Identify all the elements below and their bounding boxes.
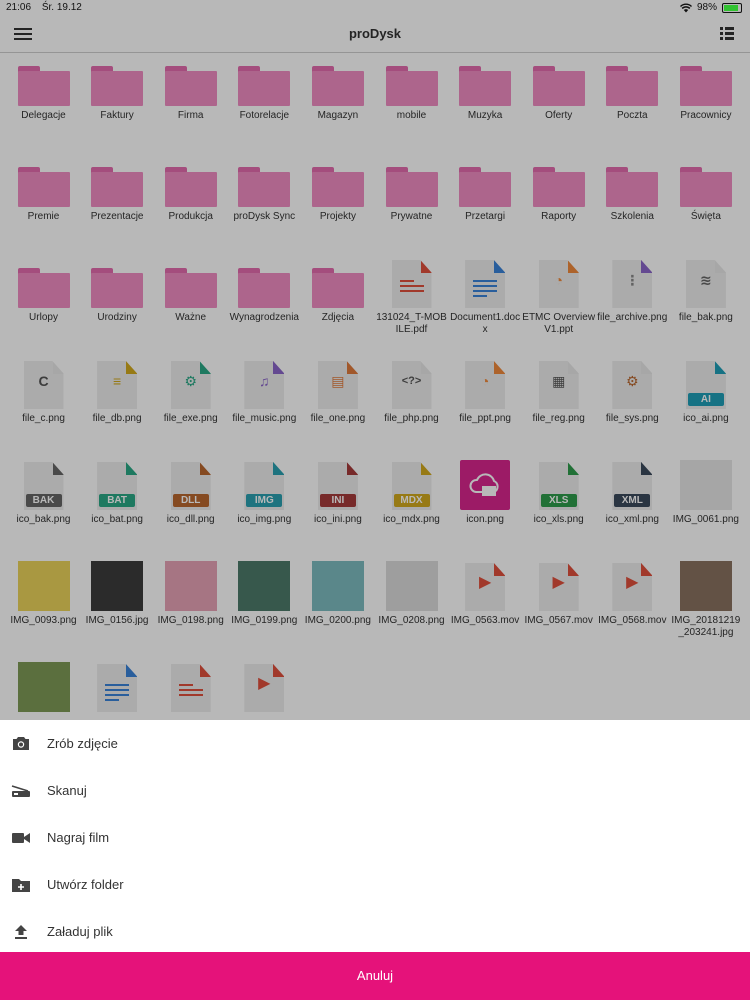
sheet-item-video-camera[interactable]: Nagraj film (0, 814, 750, 861)
sheet-item-label: Załaduj plik (47, 924, 113, 939)
scanner-icon (11, 781, 31, 801)
sheet-item-camera[interactable]: Zrób zdjęcie (0, 720, 750, 767)
sheet-item-scanner[interactable]: Skanuj (0, 767, 750, 814)
video-camera-icon (11, 828, 31, 848)
wifi-icon (679, 3, 692, 12)
sheet-item-upload[interactable]: Załaduj plik (0, 908, 750, 955)
status-time: 21:06 (6, 2, 32, 13)
sheet-item-label: Zrób zdjęcie (47, 736, 118, 751)
status-date: Śr. 19.12 (41, 2, 82, 13)
cancel-button[interactable]: Anuluj (0, 952, 750, 1000)
battery-icon (722, 2, 742, 13)
sheet-item-create-folder[interactable]: Utwórz folder (0, 861, 750, 908)
sheet-item-label: Nagraj film (47, 830, 110, 845)
create-folder-icon (11, 875, 31, 895)
camera-icon (11, 734, 31, 754)
action-sheet: Zrób zdjęcie Skanuj Nagraj film Utwórz fold… (0, 720, 750, 952)
battery-percent: 98% (696, 2, 717, 13)
sheet-item-label: Skanuj (47, 783, 87, 798)
status-bar: 21:06 Śr. 19.12 98% (0, 0, 750, 16)
dim-overlay[interactable] (0, 0, 750, 720)
sheet-item-label: Utwórz folder (47, 877, 124, 892)
upload-icon (11, 922, 31, 942)
